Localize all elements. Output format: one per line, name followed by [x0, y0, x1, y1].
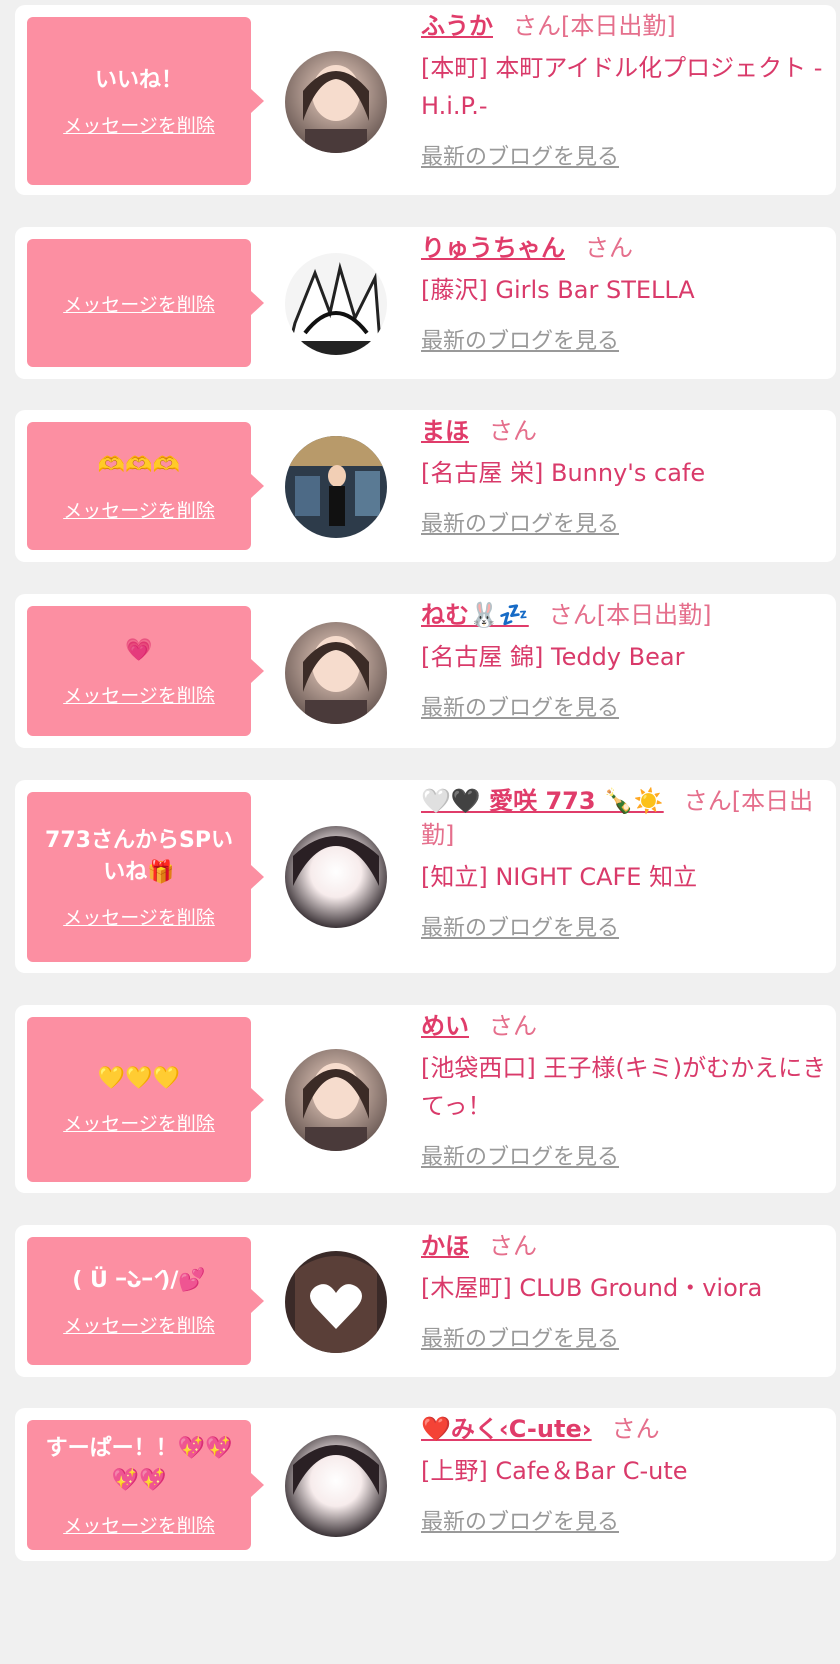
message-bubble: 💗 メッセージを削除 — [27, 606, 264, 736]
latest-blog-link[interactable]: 最新のブログを見る — [421, 910, 619, 942]
sender-info: ねむ🐰💤 さん[本日出勤] [名古屋 錦] Teddy Bear 最新のブログを見る — [421, 598, 831, 722]
sender-name-link[interactable]: ふうか — [421, 12, 493, 40]
sender-name-link[interactable]: ❤️みく‹C-ute› — [421, 1415, 592, 1443]
message-bubble: ( Ü ｰ̀ᴗｰ́ )/💕 メッセージを削除 — [27, 1237, 264, 1365]
honorific-label: さん — [489, 1012, 537, 1040]
shop-name: [名古屋 栄] Bunny's cafe — [421, 459, 706, 487]
manga-avatar[interactable] — [285, 253, 387, 355]
message-card: 773さんからSPいいね🎁 メッセージを削除 🤍🖤 愛咲 773 🍾☀️ さん[本日出… — [15, 780, 836, 973]
message-card: いいね！ メッセージを削除 ふうか さん[本日出勤] [本町] 本町アイドル化プロジェク… — [15, 5, 836, 195]
sender-info: りゅうちゃん さん [藤沢] Girls Bar STELLA 最新のブログを見る — [421, 231, 831, 355]
sender-info: めい さん [池袋西口] 王子様(キミ)がむかえにきてっ！ 最新のブログを見る — [421, 1009, 831, 1171]
latest-blog-link[interactable]: 最新のブログを見る — [421, 506, 619, 538]
shop-name: [知立] NIGHT CAFE 知立 — [421, 863, 698, 891]
delete-message-link[interactable]: メッセージを削除 — [63, 1109, 215, 1136]
name-line: ふうか さん[本日出勤] — [421, 9, 831, 43]
delete-message-link[interactable]: メッセージを削除 — [63, 903, 215, 930]
delete-message-link[interactable]: メッセージを削除 — [63, 290, 215, 317]
shop-name: [池袋西口] 王子様(キミ)がむかえにきてっ！ — [421, 1054, 827, 1120]
latest-blog-link[interactable]: 最新のブログを見る — [421, 323, 619, 355]
message-text: 💛💛💛 — [97, 1066, 181, 1091]
sender-info: ❤️みく‹C-ute› さん [上野] Cafe＆Bar C-ute 最新のブログを見… — [421, 1412, 831, 1536]
girl-photo-avatar[interactable] — [285, 51, 387, 153]
delete-message-link[interactable]: メッセージを削除 — [63, 681, 215, 708]
message-card: すーぱー！！💖💖💖💖 メッセージを削除 ❤️みく‹C-ute› さん [上野] Cafe… — [15, 1408, 836, 1561]
message-bubble: いいね！ メッセージを削除 — [27, 17, 264, 185]
working-today-tag: [本日出勤] — [561, 12, 676, 40]
message-bubble: すーぱー！！💖💖💖💖 メッセージを削除 — [27, 1420, 264, 1550]
sender-name-link[interactable]: かほ — [421, 1232, 469, 1260]
shop-name: [名古屋 錦] Teddy Bear — [421, 643, 685, 671]
delete-message-link[interactable]: メッセージを削除 — [63, 1511, 215, 1538]
message-text: 💗 — [125, 637, 153, 663]
honorific-label: さん — [683, 787, 732, 815]
delete-message-link[interactable]: メッセージを削除 — [63, 111, 215, 138]
girl-photo-avatar[interactable] — [285, 622, 387, 724]
name-line: りゅうちゃん さん — [421, 231, 831, 265]
blurred-face-avatar[interactable] — [285, 1435, 387, 1537]
sender-name-link[interactable]: めい — [421, 1012, 469, 1040]
name-line: ❤️みく‹C-ute› さん — [421, 1412, 831, 1446]
message-card: メッセージを削除 りゅうちゃん さん [藤沢] Girls Bar STELLA 最新の… — [15, 227, 836, 379]
name-line: 🤍🖤 愛咲 773 🍾☀️ さん[本日出勤] — [421, 784, 831, 852]
heart-sticker-avatar[interactable] — [285, 1251, 387, 1353]
latest-blog-link[interactable]: 最新のブログを見る — [421, 1139, 619, 1171]
name-line: まほ さん — [421, 414, 831, 448]
sender-name-link[interactable]: 🤍🖤 愛咲 773 🍾☀️ — [421, 787, 664, 815]
honorific-label: さん — [489, 1232, 537, 1260]
shop-name: [藤沢] Girls Bar STELLA — [421, 276, 695, 304]
message-text: 🫶🫶🫶 — [97, 452, 181, 478]
message-text: すーぱー！！💖💖💖💖 — [45, 1435, 233, 1493]
message-bubble: 💛💛💛 メッセージを削除 — [27, 1017, 264, 1182]
delete-message-link[interactable]: メッセージを削除 — [63, 496, 215, 523]
sender-info: まほ さん [名古屋 栄] Bunny's cafe 最新のブログを見る — [421, 414, 831, 538]
message-bubble: 🫶🫶🫶 メッセージを削除 — [27, 422, 264, 550]
message-bubble: 773さんからSPいいね🎁 メッセージを削除 — [27, 792, 264, 962]
sender-name-link[interactable]: まほ — [421, 417, 469, 445]
message-list: いいね！ メッセージを削除 ふうか さん[本日出勤] [本町] 本町アイドル化プロジェク… — [0, 0, 840, 1664]
message-card: 🫶🫶🫶 メッセージを削除 まほ さん [名古屋 栄] Bunny's cafe 最新のブロ… — [15, 410, 836, 562]
honorific-label: さん — [548, 601, 597, 629]
message-text: いいね！ — [94, 67, 183, 93]
message-bubble: メッセージを削除 — [27, 239, 264, 367]
bunny-girl-avatar[interactable] — [285, 436, 387, 538]
latest-blog-link[interactable]: 最新のブログを見る — [421, 690, 619, 722]
message-card: 💛💛💛 メッセージを削除 めい さん [池袋西口] 王子様(キミ)がむかえにきてっ！ 最新… — [15, 1005, 836, 1193]
sender-info: かほ さん [木屋町] CLUB Ground・viora 最新のブログを見る — [421, 1229, 831, 1353]
honorific-label: さん — [489, 417, 537, 445]
message-card: 💗 メッセージを削除 ねむ🐰💤 さん[本日出勤] [名古屋 錦] Teddy Bear 最… — [15, 594, 836, 748]
name-line: めい さん — [421, 1009, 831, 1043]
sender-info: 🤍🖤 愛咲 773 🍾☀️ さん[本日出勤] [知立] NIGHT CAFE 知立最… — [421, 784, 831, 942]
shop-name: [本町] 本町アイドル化プロジェクト -H.i.P.- — [421, 54, 823, 120]
name-line: ねむ🐰💤 さん[本日出勤] — [421, 598, 831, 632]
delete-message-link[interactable]: メッセージを削除 — [63, 1311, 215, 1338]
honorific-label: さん — [585, 234, 633, 262]
honorific-label: さん — [611, 1415, 660, 1443]
name-line: かほ さん — [421, 1229, 831, 1263]
message-card: ( Ü ｰ̀ᴗｰ́ )/💕 メッセージを削除 かほ さん [木屋町] CLUB Grou… — [15, 1225, 836, 1377]
latest-blog-link[interactable]: 最新のブログを見る — [421, 139, 619, 171]
blurred-face-avatar[interactable] — [285, 826, 387, 928]
shop-name: [上野] Cafe＆Bar C-ute — [421, 1457, 688, 1485]
message-text: ( Ü ｰ̀ᴗｰ́ )/💕 — [72, 1267, 206, 1293]
honorific-label: さん — [513, 12, 561, 40]
working-today-tag: [本日出勤] — [596, 601, 712, 629]
latest-blog-link[interactable]: 最新のブログを見る — [421, 1504, 619, 1536]
message-text: 773さんからSPいいね🎁 — [45, 827, 233, 885]
girl-photo-avatar[interactable] — [285, 1049, 387, 1151]
sender-name-link[interactable]: ねむ🐰💤 — [421, 601, 529, 629]
latest-blog-link[interactable]: 最新のブログを見る — [421, 1321, 619, 1353]
sender-info: ふうか さん[本日出勤] [本町] 本町アイドル化プロジェクト -H.i.P.- 最新… — [421, 9, 831, 171]
sender-name-link[interactable]: りゅうちゃん — [421, 234, 565, 262]
shop-name: [木屋町] CLUB Ground・viora — [421, 1274, 763, 1302]
